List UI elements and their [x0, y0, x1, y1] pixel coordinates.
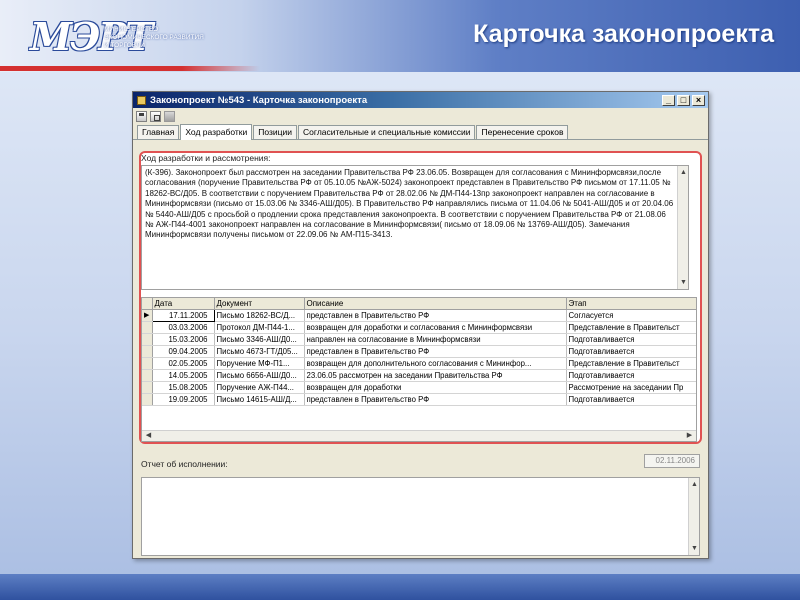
- toolbar: [133, 108, 708, 124]
- column-header-indicator: [142, 298, 153, 310]
- cell-description[interactable]: представлен в Правительство РФ: [304, 309, 567, 322]
- progress-textarea[interactable]: (К-396). Законопроект был рассмотрен на …: [141, 165, 689, 290]
- cell-description[interactable]: представлен в Правительство РФ: [304, 345, 567, 358]
- cell-stage[interactable]: Рассмотрение на заседании Пр: [566, 381, 696, 394]
- tab-commissions[interactable]: Согласительные и специальные комиссии: [298, 125, 476, 139]
- tab-progress[interactable]: Ход разработки: [180, 124, 253, 140]
- cell-document[interactable]: Письмо 4673-ГТ/Д05...: [214, 345, 305, 358]
- cell-description[interactable]: направлен на согласование в Мининформсвя…: [304, 333, 567, 346]
- table-row[interactable]: ▶ 17.11.2005 Письмо 18262-ВС/Д... предст…: [142, 309, 696, 322]
- cell-stage[interactable]: Подготавливается: [566, 369, 696, 382]
- table-hscrollbar[interactable]: ◀ ▶: [142, 430, 696, 441]
- logo-line: Министерство: [104, 26, 159, 33]
- scroll-right-icon[interactable]: ▶: [685, 431, 694, 440]
- cell-date[interactable]: 15.03.2006: [152, 333, 215, 346]
- logo-line: и торговли: [104, 42, 145, 49]
- column-header-stage[interactable]: Этап: [566, 298, 696, 310]
- cell-stage[interactable]: Представление в Правительст: [566, 321, 696, 334]
- table-row[interactable]: 15.08.2005 Поручение АЖ-П44... возвращен…: [142, 381, 696, 394]
- scroll-down-icon[interactable]: ▼: [679, 278, 688, 287]
- scroll-left-icon[interactable]: ◀: [144, 431, 153, 440]
- cell-stage[interactable]: Подготавливается: [566, 333, 696, 346]
- report-label: Отчет об исполнении:: [141, 459, 228, 469]
- slide-title: Карточка законопроекта: [473, 20, 774, 48]
- copy-icon[interactable]: [150, 110, 161, 122]
- table-row[interactable]: 09.04.2005 Письмо 4673-ГТ/Д05... предста…: [142, 345, 696, 358]
- report-date-field[interactable]: 02.11.2006: [644, 454, 700, 468]
- cell-document[interactable]: Поручение МФ-П1...: [214, 357, 305, 370]
- table-row[interactable]: 14.05.2005 Письмо 6656-АШ/Д0... 23.06.05…: [142, 369, 696, 382]
- cell-description[interactable]: возвращен для дополнительного согласован…: [304, 357, 567, 370]
- slide-footer: [0, 574, 800, 600]
- close-button[interactable]: ×: [692, 94, 705, 106]
- window-title: Законопроект №543 - Карточка законопроек…: [150, 94, 368, 106]
- row-indicator: [142, 333, 153, 346]
- logo-line: экономического развития: [104, 34, 204, 41]
- cell-description[interactable]: 23.06.05 рассмотрен на заседании Правите…: [304, 369, 567, 382]
- row-indicator: [142, 321, 153, 334]
- scroll-up-icon[interactable]: ▲: [679, 168, 688, 177]
- cell-document[interactable]: Письмо 18262-ВС/Д...: [214, 309, 305, 322]
- tab-deadlines[interactable]: Перенесение сроков: [476, 125, 569, 139]
- scroll-up-icon[interactable]: ▲: [690, 480, 699, 489]
- row-indicator: [142, 393, 153, 406]
- row-indicator: [142, 381, 153, 394]
- cell-document[interactable]: Поручение АЖ-П44...: [214, 381, 305, 394]
- maximize-button[interactable]: □: [677, 94, 690, 106]
- cell-stage[interactable]: Представление в Правительст: [566, 357, 696, 370]
- events-grid: Дата Документ Описание Этап ▶ 17.11.2005…: [142, 298, 696, 406]
- bill-card-window: Законопроект №543 - Карточка законопроек…: [132, 91, 709, 559]
- tag-icon[interactable]: [164, 110, 175, 122]
- ministry-logo: МЭРТ Министерство экономического развити…: [30, 4, 220, 70]
- cell-date[interactable]: 19.09.2005: [152, 393, 215, 406]
- row-indicator: [142, 357, 153, 370]
- table-row[interactable]: 03.03.2006 Протокол ДМ-П44-1... возвраще…: [142, 321, 696, 334]
- window-titlebar[interactable]: Законопроект №543 - Карточка законопроек…: [133, 92, 708, 108]
- cell-stage[interactable]: Согласуется: [566, 309, 696, 322]
- cell-description[interactable]: возвращен для доработки и согласования с…: [304, 321, 567, 334]
- table-row[interactable]: 02.05.2005 Поручение МФ-П1... возвращен …: [142, 357, 696, 370]
- cell-description[interactable]: представлен в Правительство РФ: [304, 393, 567, 406]
- cell-date[interactable]: 02.05.2005: [152, 357, 215, 370]
- header-stripe: [0, 66, 260, 71]
- report-scrollbar[interactable]: ▲ ▼: [688, 478, 699, 555]
- progress-label: Ход разработки и рассмотрения:: [141, 153, 271, 163]
- tab-main[interactable]: Главная: [137, 125, 180, 139]
- cell-document[interactable]: Письмо 14615-АШ/Д...: [214, 393, 305, 406]
- tab-bar: Главная Ход разработки Позиции Согласите…: [133, 124, 708, 140]
- column-header-description[interactable]: Описание: [304, 298, 567, 310]
- cell-document[interactable]: Протокол ДМ-П44-1...: [214, 321, 305, 334]
- cell-date[interactable]: 15.08.2005: [152, 381, 215, 394]
- cell-description[interactable]: возвращен для доработки: [304, 381, 567, 394]
- column-header-date[interactable]: Дата: [152, 298, 215, 310]
- events-table: Дата Документ Описание Этап ▶ 17.11.2005…: [141, 297, 697, 442]
- table-row[interactable]: 19.09.2005 Письмо 14615-АШ/Д... представ…: [142, 393, 696, 406]
- tab-positions[interactable]: Позиции: [253, 125, 298, 139]
- cell-date[interactable]: 09.04.2005: [152, 345, 215, 358]
- report-textarea[interactable]: ▲ ▼: [141, 477, 700, 556]
- notes-scrollbar[interactable]: ▲ ▼: [677, 166, 688, 289]
- cell-date[interactable]: 17.11.2005: [151, 309, 215, 322]
- column-header-document[interactable]: Документ: [214, 298, 305, 310]
- minimize-button[interactable]: _: [662, 94, 675, 106]
- slide-header: МЭРТ Министерство экономического развити…: [0, 0, 800, 72]
- table-row[interactable]: 15.03.2006 Письмо 3346-АШ/Д0... направле…: [142, 333, 696, 346]
- cell-document[interactable]: Письмо 3346-АШ/Д0...: [214, 333, 305, 346]
- save-icon[interactable]: [136, 110, 147, 122]
- logo-caption: Министерство экономического развития и т…: [104, 26, 224, 50]
- cell-stage[interactable]: Подготавливается: [566, 345, 696, 358]
- table-header-row: Дата Документ Описание Этап: [142, 298, 696, 310]
- progress-text: (К-396). Законопроект был рассмотрен на …: [145, 168, 674, 240]
- row-indicator: [142, 345, 153, 358]
- row-indicator: [142, 369, 153, 382]
- cell-date[interactable]: 14.05.2005: [152, 369, 215, 382]
- app-icon: [137, 95, 146, 105]
- cell-stage[interactable]: Подготавливается: [566, 393, 696, 406]
- scroll-down-icon[interactable]: ▼: [690, 544, 699, 553]
- cell-document[interactable]: Письмо 6656-АШ/Д0...: [214, 369, 305, 382]
- row-pointer-icon: ▶: [142, 309, 153, 322]
- cell-date[interactable]: 03.03.2006: [152, 321, 215, 334]
